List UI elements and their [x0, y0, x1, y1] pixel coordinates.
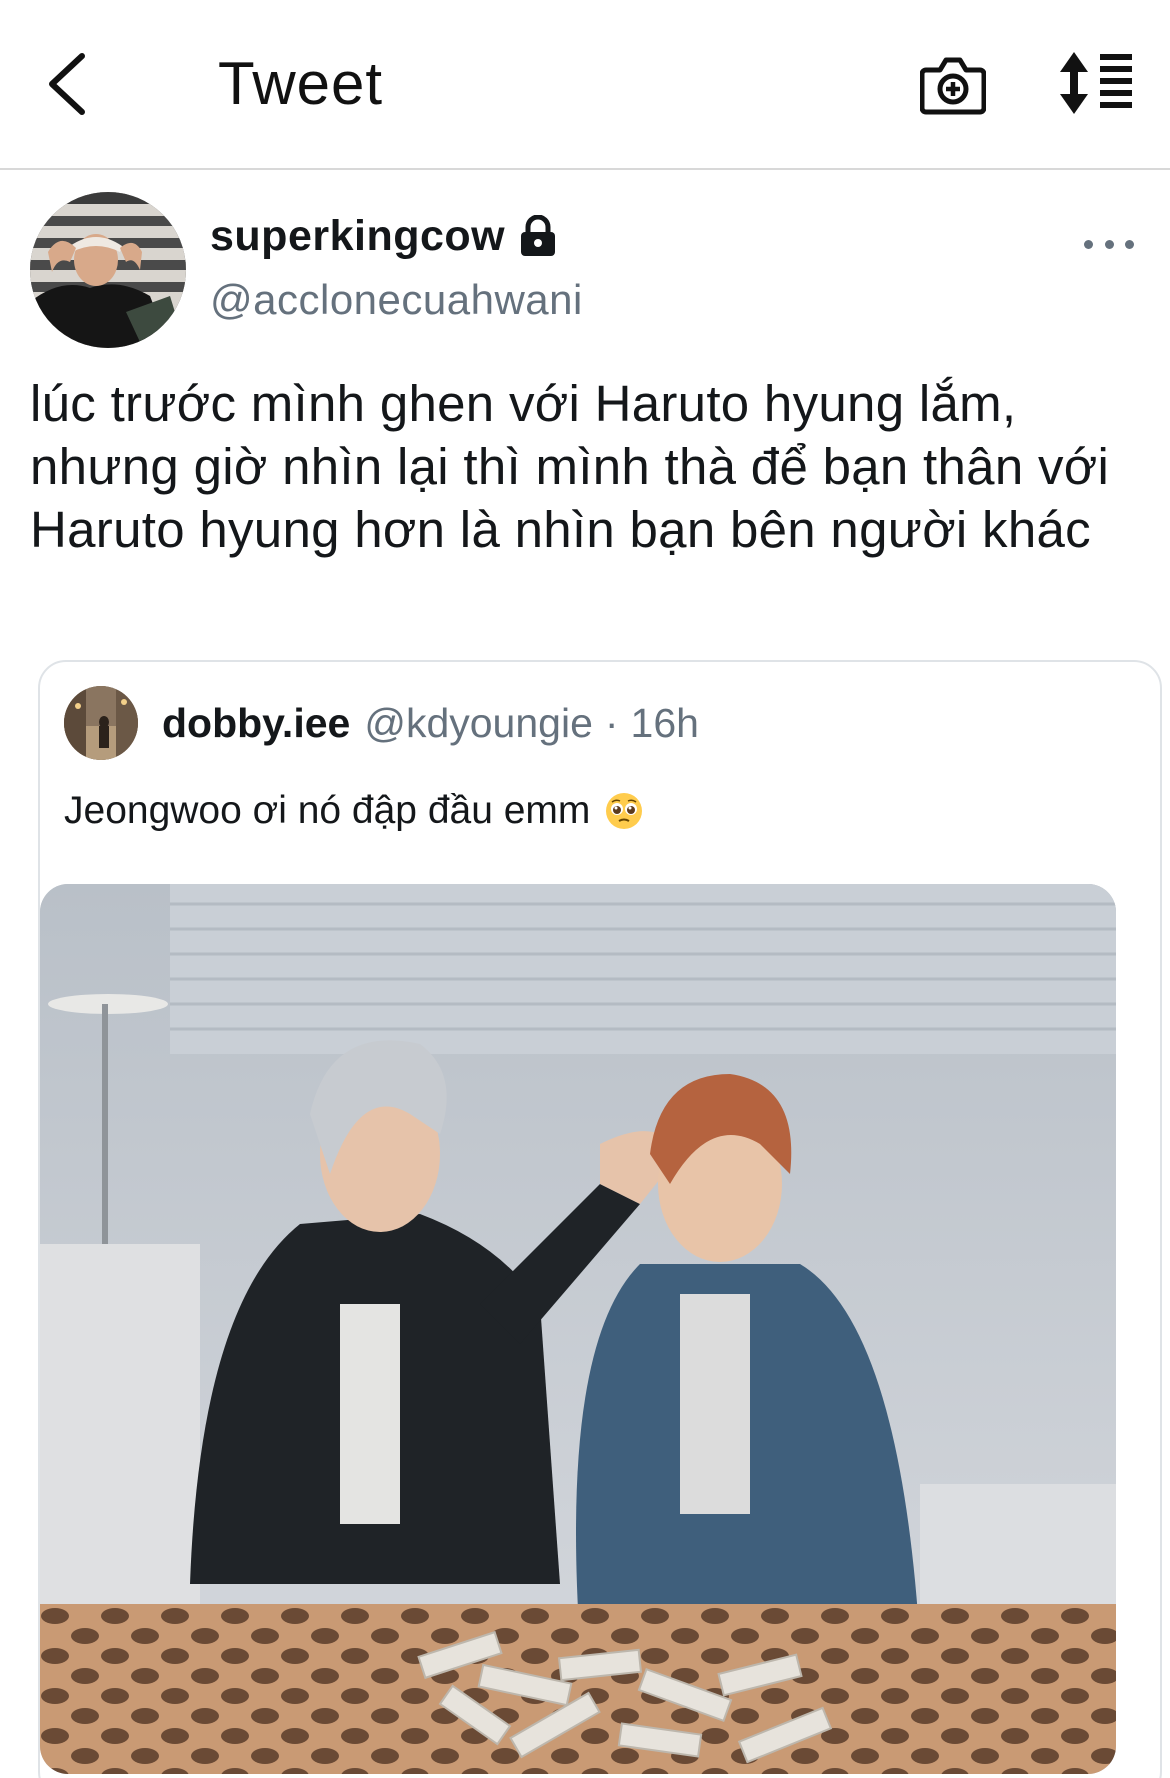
quote-avatar-image — [64, 686, 138, 760]
quoted-tweet-card[interactable]: dobby.iee @kdyoungie · 16h Jeongwoo ơi n… — [38, 660, 1162, 1778]
pleading-face-emoji — [606, 793, 643, 829]
more-options-button[interactable] — [1084, 226, 1134, 262]
quote-text: Jeongwoo ơi nó đập đầu emm — [64, 789, 591, 832]
more-horizontal-icon — [1125, 239, 1134, 249]
quote-header: dobby.iee @kdyoungie · 16h — [162, 696, 699, 750]
quote-author-name[interactable]: dobby.iee — [162, 696, 350, 750]
quote-timestamp: 16h — [630, 700, 699, 746]
more-horizontal-icon — [1104, 239, 1114, 249]
page-title: Tweet — [218, 50, 384, 117]
quote-author-avatar[interactable] — [64, 686, 138, 760]
camera-plus-icon — [919, 57, 987, 115]
media-photo — [40, 884, 1116, 1774]
author-avatar[interactable] — [30, 192, 186, 348]
author-handle[interactable]: @acclonecuahwani — [210, 276, 583, 324]
sort-button[interactable] — [1058, 50, 1138, 116]
quote-separator: · — [604, 700, 619, 746]
quote-author-handle[interactable]: @kdyoungie — [364, 696, 593, 750]
tweet-text: lúc trước mình ghen với Haruto hyung lắm… — [30, 375, 1110, 558]
camera-button[interactable] — [919, 48, 987, 118]
author-name-row: superkingcow — [210, 208, 559, 264]
back-button[interactable] — [36, 44, 96, 124]
top-nav-bar: Tweet — [0, 0, 1170, 170]
author-name[interactable]: superkingcow — [210, 212, 505, 261]
quote-media-image[interactable] — [40, 884, 1116, 1774]
author-avatar-image — [30, 192, 186, 348]
lock-icon — [521, 215, 556, 256]
quote-text-row: Jeongwoo ơi nó đập đầu emm — [64, 784, 644, 838]
more-horizontal-icon — [1084, 239, 1093, 249]
sort-list-icon — [1060, 52, 1132, 114]
chevron-left-icon — [49, 53, 85, 115]
